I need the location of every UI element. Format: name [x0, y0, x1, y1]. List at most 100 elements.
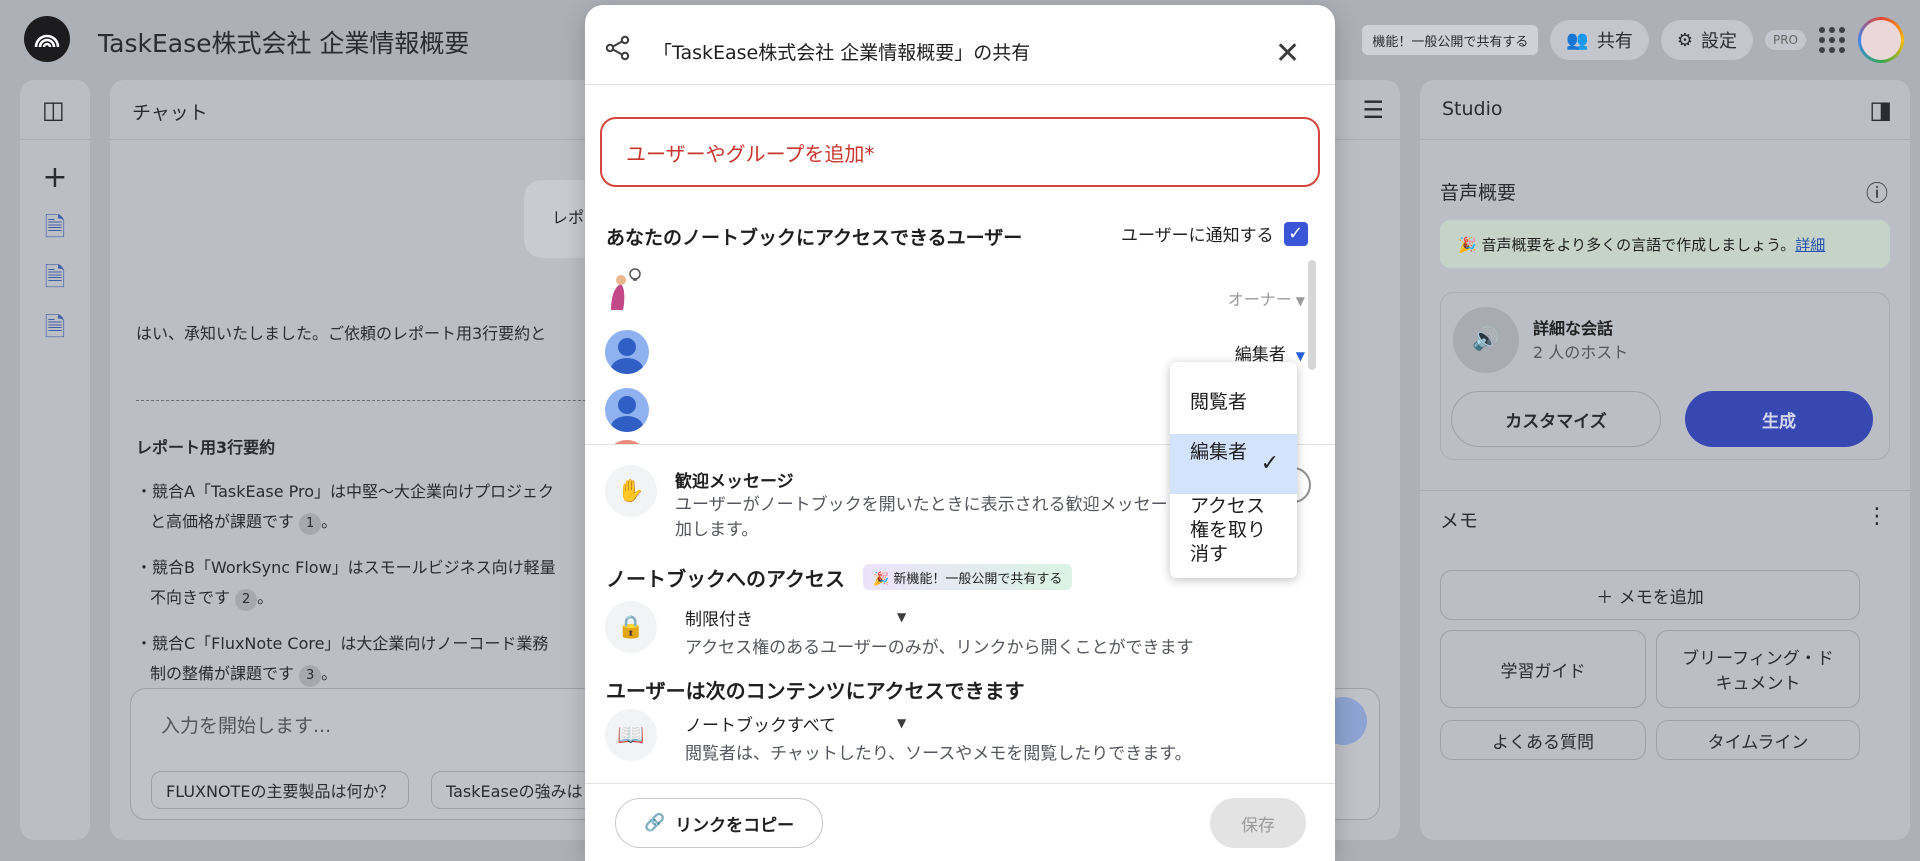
access-level-select[interactable]: 制限付き	[685, 605, 753, 630]
audio-overview-title: 音声概要	[1440, 182, 1517, 204]
summary-bullet-cont: と高価格が課題です 1。	[150, 508, 337, 535]
content-access-heading: ユーザーは次のコンテンツにアクセスできます	[606, 679, 1025, 703]
role-option-remove-access[interactable]: アクセス権を取り消す	[1170, 494, 1297, 566]
copy-link-label: リンクをコピー	[675, 815, 795, 836]
summary-bullet-cont: 制の整備が課題です 3。	[150, 660, 337, 687]
account-avatar[interactable]	[1858, 17, 1904, 63]
access-users-heading: あなたのノートブックにアクセスできるユーザー	[606, 227, 1023, 249]
source-icons: + 🗎 🗎 🗎	[20, 163, 90, 343]
document-icon[interactable]: 🗎	[45, 214, 66, 242]
citation-badge[interactable]: 2	[235, 589, 258, 611]
faq-button[interactable]: よくある質問	[1440, 720, 1646, 760]
tune-icon[interactable]: ☰	[1362, 96, 1384, 124]
citation-badge[interactable]: 1	[299, 513, 322, 535]
role-option-editor-label: 編集者	[1190, 441, 1248, 463]
summary-bullet-cont: 不向きです 2。	[150, 584, 273, 611]
wave-hand-icon: ✋	[605, 465, 657, 517]
info-icon[interactable]: ⓘ	[1866, 176, 1888, 208]
divider	[1420, 490, 1910, 491]
content-scope-select[interactable]: ノートブックすべて	[685, 711, 836, 736]
timeline-button[interactable]: タイムライン	[1656, 720, 1860, 760]
user-avatar	[605, 388, 649, 432]
app-logo[interactable]	[24, 16, 70, 62]
welcome-message-title: 歓迎メッセージ	[675, 472, 794, 492]
owner-role-dropdown: オーナー ▼	[1228, 286, 1305, 310]
document-icon[interactable]: 🗎	[45, 314, 66, 342]
conversation-hosts: 2 人のホスト	[1533, 343, 1629, 362]
suggestion-chip[interactable]: FLUXNOTEの主要製品は何か？	[151, 771, 410, 809]
briefing-doc-button[interactable]: ブリーフィング・ドキュメント	[1656, 630, 1860, 708]
save-button[interactable]: 保存	[1210, 798, 1306, 848]
dialog-title: 「TaskEase株式会社 企業情報概要」の共有	[653, 42, 1031, 64]
share-icon	[605, 35, 630, 61]
deep-dive-card: 🔊 詳細な会話 2 人のホスト カスタマイズ 生成	[1440, 292, 1890, 460]
customize-button[interactable]: カスタマイズ	[1451, 391, 1661, 447]
summary-bullet: ・競合B「WorkSync Flow」はスモールビジネス向け軽量	[136, 558, 556, 577]
role-option-editor[interactable]: 編集者 ✓	[1170, 434, 1297, 494]
summary-bullet: ・競合C「FluxNote Core」は大企業向けノーコード業務	[136, 634, 549, 653]
user-list-scrollbar[interactable]	[1308, 260, 1316, 370]
generate-button[interactable]: 生成	[1685, 391, 1873, 447]
notebook-title[interactable]: TaskEase株式会社 企業情報概要	[98, 24, 469, 60]
expand-panel-icon[interactable]: ◫	[42, 96, 65, 124]
sources-panel-collapsed: ◫ + 🗎 🗎 🗎	[20, 80, 90, 840]
details-link[interactable]: 詳細	[1795, 236, 1825, 254]
close-icon[interactable]: ✕	[1275, 39, 1300, 69]
caret-down-icon[interactable]: ▼	[897, 716, 906, 730]
summary-heading: レポート用3行要約	[136, 438, 276, 457]
divider	[136, 400, 616, 401]
dialog-footer: 🔗 リンクをコピー 保存	[585, 783, 1335, 861]
add-memo-button[interactable]: ＋ メモを追加	[1440, 570, 1860, 620]
notify-checkbox[interactable]: ✓	[1283, 221, 1308, 246]
user-message-text: レポ	[552, 208, 585, 227]
dialog-header: 「TaskEase株式会社 企業情報概要」の共有 ✕	[585, 5, 1335, 85]
suggestion-chip[interactable]: TaskEaseの強みは	[431, 771, 598, 809]
welcome-message-desc: ユーザーがノートブックを開いたときに表示される歓迎メッセー 加します。	[675, 495, 1168, 540]
caret-down-icon: ▼	[1295, 349, 1305, 363]
speaker-icon: 🔊	[1453, 307, 1519, 373]
content-scope-desc: 閲覧者は、チャットしたり、ソースやメモを閲覧したりできます。	[685, 744, 1192, 764]
user-avatar	[605, 330, 649, 374]
top-actions: 機能！一般公開で共有する 👥 共有 ⚙ 設定 PRO	[1362, 16, 1904, 64]
check-icon: ✓	[1260, 451, 1279, 476]
studio-panel-title: Studio	[1442, 98, 1503, 120]
settings-button[interactable]: ⚙ 設定	[1660, 20, 1753, 60]
book-icon: 📖	[605, 709, 657, 761]
role-option-viewer[interactable]: 閲覧者	[1170, 370, 1297, 434]
add-source-icon[interactable]: +	[42, 163, 67, 193]
caret-down-icon: ▼	[1295, 294, 1305, 308]
user-row-owner: オーナー ▼	[605, 268, 1305, 318]
notebook-access-heading: ノートブックへのアクセス	[606, 567, 845, 591]
role-label: オーナー	[1227, 290, 1292, 309]
citation-badge[interactable]: 3	[299, 665, 322, 687]
user-avatar	[605, 440, 649, 444]
settings-button-label: 設定	[1700, 31, 1737, 52]
share-button[interactable]: 👥 共有	[1550, 20, 1649, 60]
language-banner: 🎉 音声概要をより多くの言語で作成しましょう。詳細	[1440, 220, 1890, 268]
people-icon: 👥	[1566, 29, 1589, 51]
new-feature-badge: 🎉 新機能！一般公開で共有する	[863, 564, 1073, 590]
notify-users-toggle[interactable]: ユーザーに通知する ✓	[1121, 221, 1308, 246]
study-guide-button[interactable]: 学習ガイド	[1440, 630, 1646, 708]
notify-users-label: ユーザーに通知する	[1121, 226, 1274, 246]
role-menu: 閲覧者 編集者 ✓ アクセス権を取り消す	[1170, 362, 1297, 578]
link-icon: 🔗	[644, 813, 666, 833]
studio-panel-header: Studio ◨	[1420, 80, 1910, 140]
more-vert-icon[interactable]: ⋮	[1866, 504, 1888, 529]
add-users-placeholder: ユーザーやグループを追加*	[626, 141, 875, 166]
gear-icon: ⚙	[1676, 29, 1693, 51]
access-level-desc: アクセス権のあるユーザーのみが、リンクから開くことができます	[685, 638, 1194, 658]
caret-down-icon[interactable]: ▼	[897, 610, 906, 624]
document-icon[interactable]: 🗎	[45, 264, 66, 292]
collapse-panel-icon[interactable]: ◨	[1869, 96, 1892, 124]
chat-input-placeholder: 入力を開始します...	[161, 715, 332, 737]
new-feature-pill[interactable]: 機能！一般公開で共有する	[1362, 25, 1539, 55]
apps-grid-icon[interactable]	[1818, 26, 1846, 54]
copy-link-button[interactable]: 🔗 リンクをコピー	[615, 798, 824, 848]
share-button-label: 共有	[1596, 31, 1633, 52]
add-users-input[interactable]: ユーザーやグループを追加*	[600, 117, 1320, 187]
pro-badge: PRO	[1764, 30, 1806, 50]
sources-panel-header: ◫	[20, 80, 90, 140]
summary-bullet: ・競合A「TaskEase Pro」は中堅〜大企業向けプロジェク	[136, 482, 555, 501]
lock-icon: 🔒	[605, 601, 657, 653]
